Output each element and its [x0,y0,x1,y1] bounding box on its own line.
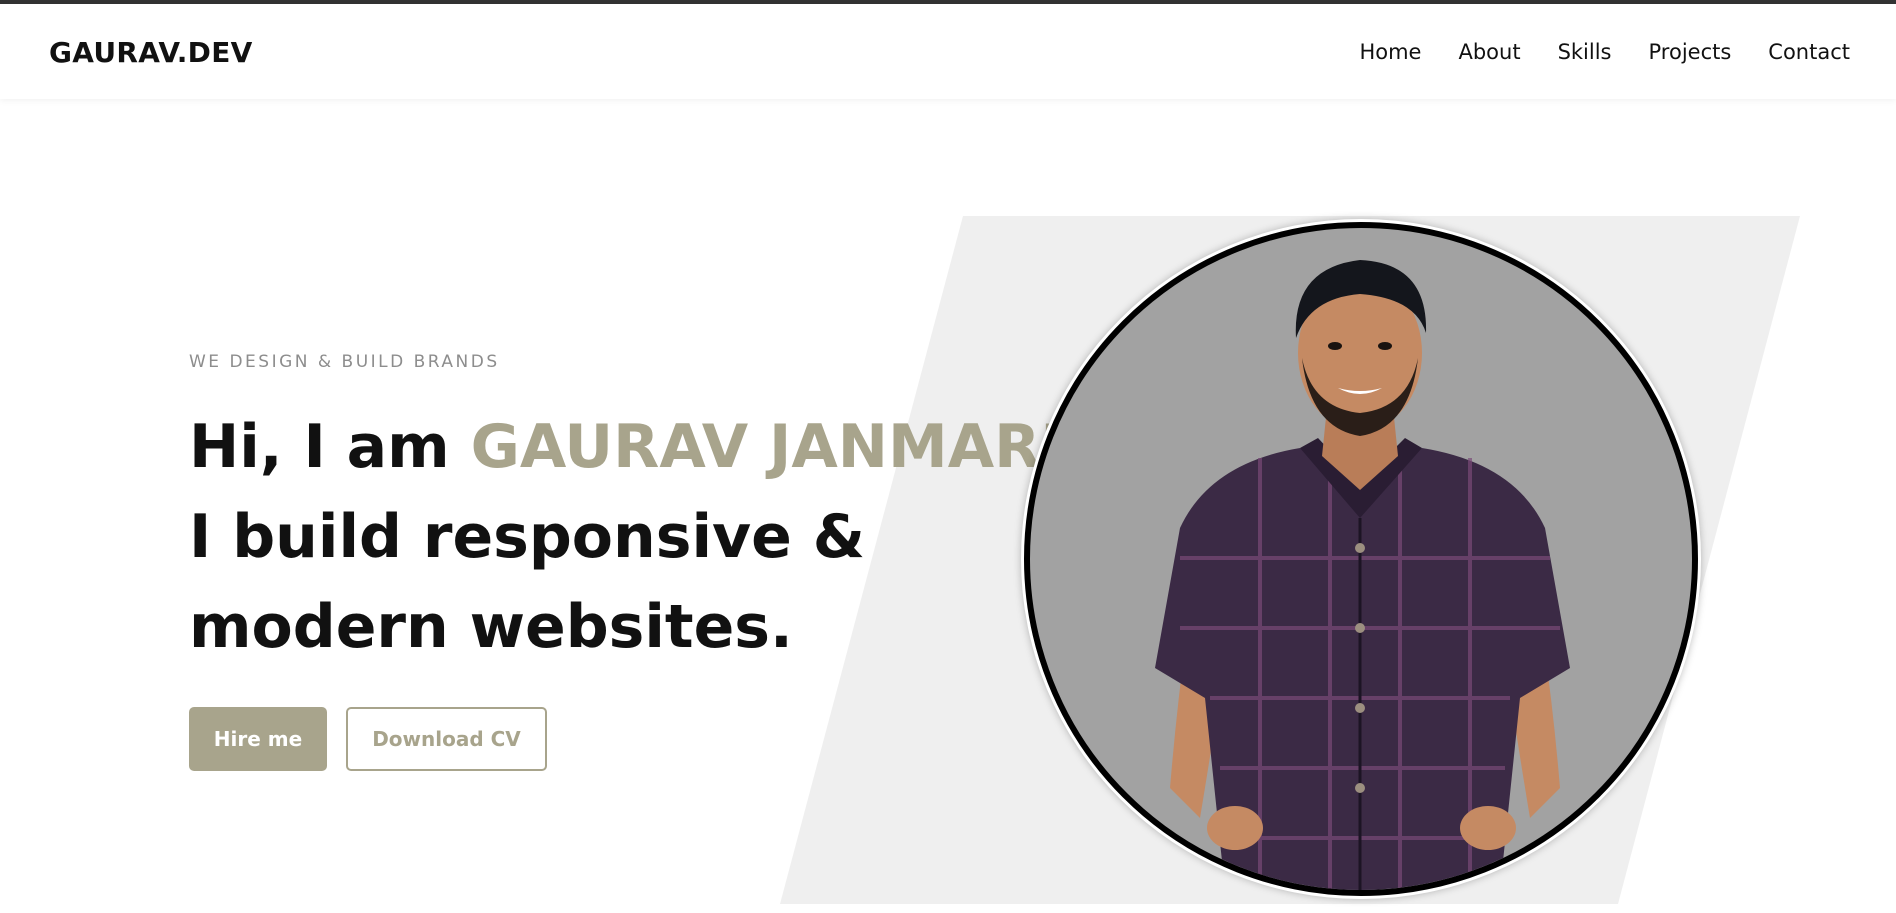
main-nav: Home About Skills Projects Contact [1359,40,1850,64]
hire-me-button[interactable]: Hire me [189,707,327,771]
nav-projects[interactable]: Projects [1649,40,1732,64]
hero-tagline: WE DESIGN & BUILD BRANDS [189,352,500,372]
site-header: GAURAV.DEV Home About Skills Projects Co… [0,4,1896,99]
headline-line-3: modern websites. [189,592,793,662]
hero-headline: Hi, I am GAURAV JANMARE I build responsi… [189,402,1081,672]
headline-line-1: Hi, I am GAURAV JANMARE [189,402,1081,492]
hero-greeting: Hi, I am [189,412,471,482]
nav-home[interactable]: Home [1359,40,1421,64]
person-illustration [1155,260,1570,890]
nav-contact[interactable]: Contact [1768,40,1850,64]
site-logo[interactable]: GAURAV.DEV [49,36,253,69]
profile-photo [1024,222,1698,896]
download-cv-button[interactable]: Download CV [346,707,547,771]
nav-about[interactable]: About [1458,40,1520,64]
hero-name: GAURAV JANMARE [470,412,1082,482]
nav-skills[interactable]: Skills [1558,40,1612,64]
headline-line-2: I build responsive & [189,502,866,572]
